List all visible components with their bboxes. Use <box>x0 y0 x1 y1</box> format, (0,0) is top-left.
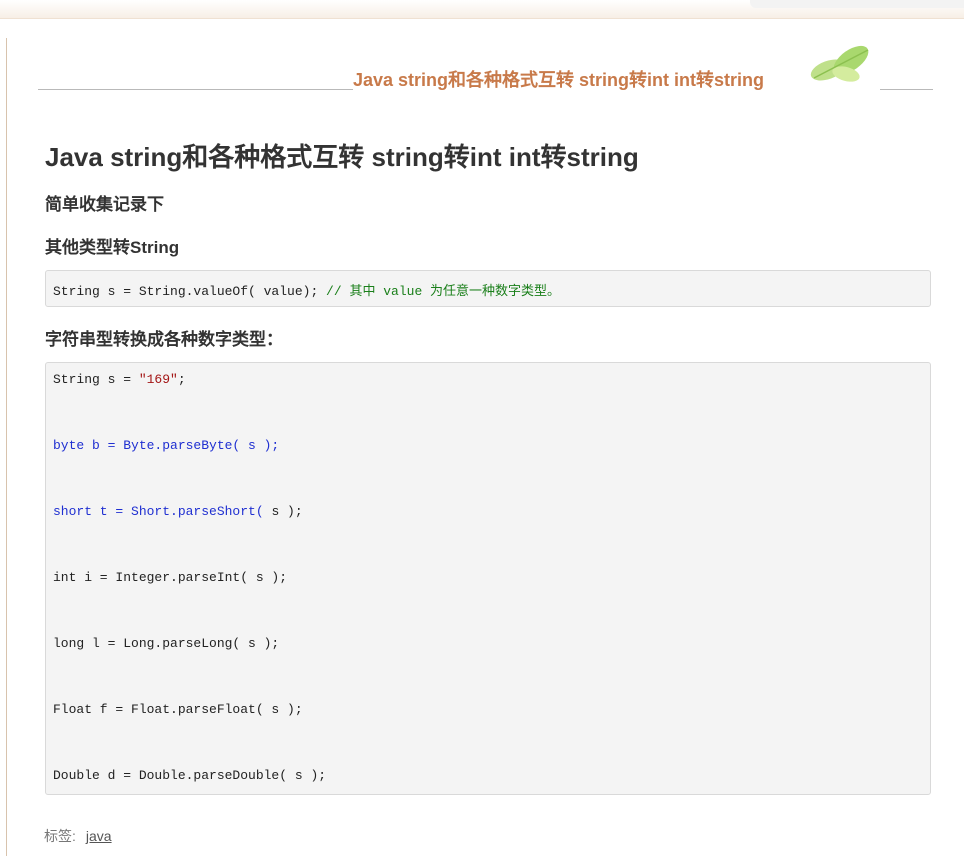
code-block-to-number: String s = "169"; byte b = Byte.parseByt… <box>45 362 931 795</box>
leaf-icon <box>810 45 869 82</box>
code-line: Float f = Float.parseFloat( s ); <box>53 702 303 717</box>
code-line: int i = Integer.parseInt( s ); <box>53 570 288 585</box>
code-line: Double d = Double.parseDouble( s ); <box>53 768 327 783</box>
top-right-search-area <box>750 0 964 8</box>
tag-link-java[interactable]: java <box>86 828 112 844</box>
banner-divider-left <box>38 89 353 90</box>
code-text: String s = String.valueOf( value); <box>53 284 327 299</box>
post-tags: 标签: java <box>44 826 112 846</box>
string-literal: "169" <box>138 372 178 387</box>
intro-text: 简单收集记录下 <box>45 195 164 214</box>
code-line: String s = "169"; <box>53 372 186 387</box>
code-line: byte b = Byte.parseByte( s ); <box>53 438 280 453</box>
section-heading-to-number: 字符串型转换成各种数字类型： <box>45 330 283 349</box>
code-line: long l = Long.parseLong( s ); <box>53 636 280 651</box>
post-title: Java string和各种格式互转 string转int int转string <box>45 142 639 172</box>
left-border <box>6 38 7 856</box>
code-block-to-string: String s = String.valueOf( value); // 其中… <box>45 270 931 307</box>
code-comment: // 其中 value 为任意一种数字类型。 <box>326 284 561 299</box>
code-line: short t = Short.parseShort( s ); <box>53 504 303 519</box>
tags-label: 标签: <box>44 828 76 844</box>
code-line: String s = String.valueOf( value); // 其中… <box>53 280 560 299</box>
banner-title[interactable]: Java string和各种格式互转 string转int int转string <box>353 66 764 92</box>
section-heading-to-string: 其他类型转String <box>45 238 180 257</box>
banner-divider-right <box>880 89 933 90</box>
